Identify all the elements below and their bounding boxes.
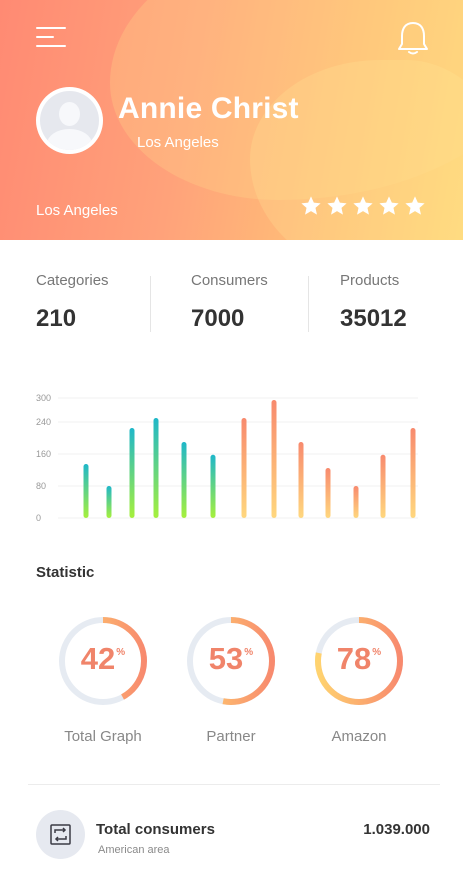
consumers-value: 1.039.000 (363, 821, 430, 838)
divider (150, 276, 151, 332)
stat-value: 210 (36, 305, 77, 332)
rating-stars (300, 195, 426, 217)
y-tick-label: 300 (36, 393, 51, 403)
chart-bar (410, 428, 416, 518)
chart-bar (106, 486, 112, 518)
star-icon (327, 196, 347, 215)
donut-percent: 53% (208, 641, 254, 676)
donut-percent: 42% (80, 641, 126, 676)
star-icon (353, 196, 373, 215)
chart-bar (325, 468, 331, 518)
stat-value: 7000 (191, 305, 245, 332)
stat-label: Consumers (191, 272, 268, 289)
donut-chart: 78% (313, 615, 405, 707)
bar-chart-svg: 300 240 160 80 0 (36, 393, 418, 523)
consumers-title: Total consumers (96, 821, 215, 838)
stat-label: Categories (36, 272, 109, 289)
refresh-icon[interactable] (36, 810, 85, 859)
chart-bar (271, 400, 277, 518)
user-location: Los Angeles (36, 202, 118, 219)
consumers-subtitle: American area (98, 844, 170, 856)
profile-header: Annie Christ Los Angeles Los Angeles (0, 0, 463, 240)
chart-bar (241, 418, 247, 518)
chart-bar (181, 442, 187, 518)
stat-products: Products 35012 (340, 272, 407, 333)
menu-icon[interactable] (36, 27, 66, 47)
donut-label: Partner (206, 728, 256, 745)
bar-chart: 300 240 160 80 0 (0, 380, 463, 540)
chart-bar (83, 464, 89, 518)
star-icon (301, 196, 321, 215)
star-icon (379, 196, 399, 215)
donut-chart: 42% (57, 615, 149, 707)
star-icon (405, 196, 425, 215)
chart-bar (210, 454, 216, 518)
y-tick-label: 0 (36, 513, 41, 523)
donut-percent: 78% (336, 641, 382, 676)
y-tick-label: 160 (36, 449, 51, 459)
y-tick-label: 240 (36, 417, 51, 427)
chart-bar (129, 428, 135, 518)
chart-bar (298, 442, 304, 518)
y-tick-label: 80 (36, 481, 46, 491)
avatar[interactable] (36, 87, 103, 154)
stat-value: 35012 (340, 305, 407, 332)
stat-consumers: Consumers 7000 (191, 272, 268, 333)
chart-bar (380, 454, 386, 518)
stat-label: Products (340, 272, 400, 289)
chart-bar (353, 486, 359, 518)
divider (308, 276, 309, 332)
user-sublocation: Los Angeles (137, 134, 219, 151)
stat-categories: Categories 210 (36, 272, 109, 333)
user-name: Annie Christ (118, 92, 299, 125)
divider (28, 784, 440, 785)
chart-bar (153, 418, 159, 518)
donut-chart: 53% (185, 615, 277, 707)
stats-row: Categories 210 Consumers 7000 Products 3… (0, 240, 463, 350)
statistic-title: Statistic (36, 564, 95, 581)
donut-label: Total Graph (64, 728, 142, 745)
bell-icon[interactable] (396, 20, 430, 56)
donut-label: Amazon (331, 728, 387, 745)
